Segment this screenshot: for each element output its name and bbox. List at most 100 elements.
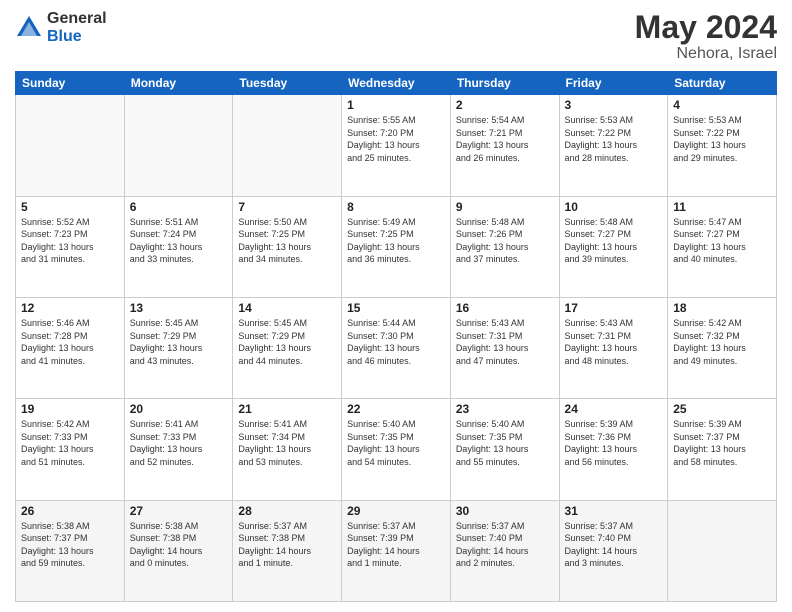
calendar-cell	[124, 95, 233, 196]
calendar-cell: 27 Sunrise: 5:38 AMSunset: 7:38 PMDayligh…	[124, 500, 233, 601]
day-info: Sunrise: 5:42 AMSunset: 7:33 PMDaylight:…	[21, 418, 119, 468]
calendar-cell: 20Sunrise: 5:41 AMSunset: 7:33 PMDayligh…	[124, 399, 233, 500]
logo-general-text: General	[47, 10, 107, 28]
day-info: Sunrise: 5:37 AMSunset: 7:40 PMDaylight:…	[456, 520, 554, 570]
day-info: Sunrise: 5:37 AMSunset: 7:39 PMDaylight:…	[347, 520, 445, 570]
calendar-cell: 26 Sunrise: 5:38 AMSunset: 7:37 PMDayligh…	[16, 500, 125, 601]
day-number: 24	[565, 402, 663, 416]
day-number: 3	[565, 98, 663, 112]
day-info: Sunrise: 5:43 AMSunset: 7:31 PMDaylight:…	[456, 317, 554, 367]
calendar-cell: 31 Sunrise: 5:37 AMSunset: 7:40 PMDayligh…	[559, 500, 668, 601]
title-block: May 2024 Nehora, Israel	[635, 10, 777, 63]
day-info: Sunrise: 5:37 AMSunset: 7:38 PMDaylight:…	[238, 520, 336, 570]
calendar-cell: 2 Sunrise: 5:54 AMSunset: 7:21 PMDaylight…	[450, 95, 559, 196]
day-number: 27	[130, 504, 228, 518]
col-monday: Monday	[124, 72, 233, 95]
day-number: 5	[21, 200, 119, 214]
calendar-cell: 22 Sunrise: 5:40 AMSunset: 7:35 PMDayligh…	[342, 399, 451, 500]
day-number: 31	[565, 504, 663, 518]
day-number: 6	[130, 200, 228, 214]
calendar-week-row-1: 1 Sunrise: 5:55 AMSunset: 7:20 PMDaylight…	[16, 95, 777, 196]
calendar-cell: 23Sunrise: 5:40 AMSunset: 7:35 PMDayligh…	[450, 399, 559, 500]
day-info: Sunrise: 5:44 AMSunset: 7:30 PMDaylight:…	[347, 317, 445, 367]
day-info: Sunrise: 5:41 AMSunset: 7:34 PMDaylight:…	[238, 418, 336, 468]
col-wednesday: Wednesday	[342, 72, 451, 95]
day-info: Sunrise: 5:53 AMSunset: 7:22 PMDaylight:…	[673, 114, 771, 164]
calendar-week-row-4: 19 Sunrise: 5:42 AMSunset: 7:33 PMDayligh…	[16, 399, 777, 500]
day-number: 11	[673, 200, 771, 214]
logo-text: General Blue	[47, 10, 107, 45]
calendar-cell: 5 Sunrise: 5:52 AMSunset: 7:23 PMDaylight…	[16, 196, 125, 297]
calendar-cell: 21 Sunrise: 5:41 AMSunset: 7:34 PMDayligh…	[233, 399, 342, 500]
day-number: 7	[238, 200, 336, 214]
day-number: 9	[456, 200, 554, 214]
calendar-cell: 29 Sunrise: 5:37 AMSunset: 7:39 PMDayligh…	[342, 500, 451, 601]
calendar-cell: 3Sunrise: 5:53 AMSunset: 7:22 PMDaylight…	[559, 95, 668, 196]
day-info: Sunrise: 5:43 AMSunset: 7:31 PMDaylight:…	[565, 317, 663, 367]
day-info: Sunrise: 5:48 AMSunset: 7:26 PMDaylight:…	[456, 216, 554, 266]
day-info: Sunrise: 5:38 AMSunset: 7:37 PMDaylight:…	[21, 520, 119, 570]
calendar-cell	[668, 500, 777, 601]
day-number: 29	[347, 504, 445, 518]
calendar-cell	[16, 95, 125, 196]
month-title: May 2024	[635, 10, 777, 45]
day-number: 10	[565, 200, 663, 214]
calendar-week-row-5: 26 Sunrise: 5:38 AMSunset: 7:37 PMDayligh…	[16, 500, 777, 601]
day-info: Sunrise: 5:46 AMSunset: 7:28 PMDaylight:…	[21, 317, 119, 367]
day-number: 30	[456, 504, 554, 518]
day-info: Sunrise: 5:37 AMSunset: 7:40 PMDaylight:…	[565, 520, 663, 570]
calendar-cell: 24 Sunrise: 5:39 AMSunset: 7:36 PMDayligh…	[559, 399, 668, 500]
day-info: Sunrise: 5:49 AMSunset: 7:25 PMDaylight:…	[347, 216, 445, 266]
calendar-cell: 10 Sunrise: 5:48 AMSunset: 7:27 PMDayligh…	[559, 196, 668, 297]
day-number: 4	[673, 98, 771, 112]
col-sunday: Sunday	[16, 72, 125, 95]
calendar-cell: 16 Sunrise: 5:43 AMSunset: 7:31 PMDayligh…	[450, 297, 559, 398]
day-number: 26	[21, 504, 119, 518]
day-number: 20	[130, 402, 228, 416]
calendar-cell: 13Sunrise: 5:45 AMSunset: 7:29 PMDayligh…	[124, 297, 233, 398]
calendar-cell: 8 Sunrise: 5:49 AMSunset: 7:25 PMDaylight…	[342, 196, 451, 297]
calendar-cell	[233, 95, 342, 196]
day-number: 23	[456, 402, 554, 416]
day-number: 2	[456, 98, 554, 112]
calendar-cell: 12 Sunrise: 5:46 AMSunset: 7:28 PMDayligh…	[16, 297, 125, 398]
day-info: Sunrise: 5:51 AMSunset: 7:24 PMDaylight:…	[130, 216, 228, 266]
day-info: Sunrise: 5:39 AMSunset: 7:37 PMDaylight:…	[673, 418, 771, 468]
day-number: 8	[347, 200, 445, 214]
day-number: 25	[673, 402, 771, 416]
day-number: 19	[21, 402, 119, 416]
calendar-cell: 17Sunrise: 5:43 AMSunset: 7:31 PMDayligh…	[559, 297, 668, 398]
day-info: Sunrise: 5:38 AMSunset: 7:38 PMDaylight:…	[130, 520, 228, 570]
day-number: 21	[238, 402, 336, 416]
day-number: 12	[21, 301, 119, 315]
calendar-cell: 7Sunrise: 5:50 AMSunset: 7:25 PMDaylight…	[233, 196, 342, 297]
calendar-cell: 1 Sunrise: 5:55 AMSunset: 7:20 PMDaylight…	[342, 95, 451, 196]
col-saturday: Saturday	[668, 72, 777, 95]
day-number: 15	[347, 301, 445, 315]
page: General Blue May 2024 Nehora, Israel Sun…	[0, 0, 792, 612]
day-info: Sunrise: 5:52 AMSunset: 7:23 PMDaylight:…	[21, 216, 119, 266]
location: Nehora, Israel	[635, 45, 777, 63]
day-info: Sunrise: 5:54 AMSunset: 7:21 PMDaylight:…	[456, 114, 554, 164]
logo: General Blue	[15, 10, 107, 45]
calendar-table: Sunday Monday Tuesday Wednesday Thursday…	[15, 71, 777, 602]
calendar-cell: 19 Sunrise: 5:42 AMSunset: 7:33 PMDayligh…	[16, 399, 125, 500]
calendar-cell: 6 Sunrise: 5:51 AMSunset: 7:24 PMDaylight…	[124, 196, 233, 297]
day-info: Sunrise: 5:39 AMSunset: 7:36 PMDaylight:…	[565, 418, 663, 468]
calendar-cell: 28 Sunrise: 5:37 AMSunset: 7:38 PMDayligh…	[233, 500, 342, 601]
calendar-cell: 25 Sunrise: 5:39 AMSunset: 7:37 PMDayligh…	[668, 399, 777, 500]
logo-blue-text: Blue	[47, 28, 107, 46]
day-info: Sunrise: 5:47 AMSunset: 7:27 PMDaylight:…	[673, 216, 771, 266]
col-thursday: Thursday	[450, 72, 559, 95]
day-number: 13	[130, 301, 228, 315]
day-number: 22	[347, 402, 445, 416]
calendar-cell: 9 Sunrise: 5:48 AMSunset: 7:26 PMDaylight…	[450, 196, 559, 297]
day-info: Sunrise: 5:48 AMSunset: 7:27 PMDaylight:…	[565, 216, 663, 266]
day-number: 16	[456, 301, 554, 315]
day-number: 14	[238, 301, 336, 315]
day-info: Sunrise: 5:55 AMSunset: 7:20 PMDaylight:…	[347, 114, 445, 164]
col-tuesday: Tuesday	[233, 72, 342, 95]
day-info: Sunrise: 5:40 AMSunset: 7:35 PMDaylight:…	[347, 418, 445, 468]
day-number: 1	[347, 98, 445, 112]
day-number: 28	[238, 504, 336, 518]
